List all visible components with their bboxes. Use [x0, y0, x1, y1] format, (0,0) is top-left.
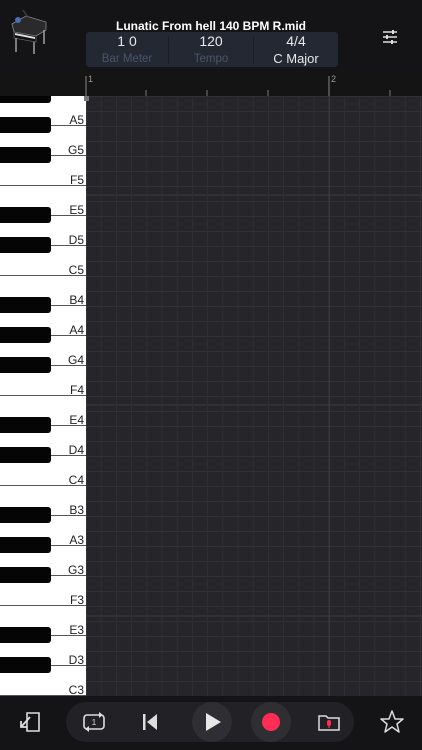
timeline-ruler[interactable]: 1 2 [0, 72, 422, 96]
black-key[interactable] [0, 327, 51, 343]
time-signature-cell[interactable]: 4/4 C Major [254, 32, 338, 67]
black-key[interactable] [0, 507, 51, 523]
export-file-icon [20, 712, 40, 732]
grid-lines [86, 96, 422, 696]
folder-icon [318, 715, 340, 731]
play-button[interactable] [192, 702, 232, 742]
piano-roll-grid[interactable] [86, 96, 422, 696]
rewind-button[interactable] [132, 704, 168, 740]
ruler-bar-2: 2 [331, 74, 337, 84]
white-key-separator [0, 395, 86, 396]
black-key[interactable] [0, 96, 51, 103]
instrument-icon[interactable] [6, 10, 52, 58]
record-button[interactable] [251, 702, 291, 742]
tempo-label: Tempo [193, 53, 229, 65]
black-key[interactable] [0, 147, 51, 163]
white-key-separator [0, 605, 86, 606]
white-key-separator [0, 275, 86, 276]
black-key[interactable] [0, 657, 51, 673]
song-title: Lunatic From hell 140 BPM R.mid [115, 19, 307, 33]
white-key-separator [0, 485, 86, 486]
song-info-panel[interactable]: 1 0 Bar Meter 120 Tempo 4/4 C Major [86, 32, 338, 67]
skip-back-icon [143, 714, 157, 730]
loop-icon: 1 [83, 712, 105, 732]
black-key[interactable] [0, 117, 51, 133]
black-key[interactable] [0, 567, 51, 583]
white-key-separator [0, 185, 86, 186]
play-icon [206, 713, 221, 731]
black-key[interactable] [0, 207, 51, 223]
record-icon [262, 713, 280, 731]
favorite-button[interactable] [374, 704, 410, 740]
bar-meter-value: 1 0 [117, 33, 137, 49]
key-signature-value: C Major [273, 51, 319, 66]
bar-meter-cell[interactable]: 1 0 Bar Meter [86, 32, 168, 67]
sliders-icon [383, 30, 397, 44]
black-key[interactable] [0, 417, 51, 433]
tempo-value: 120 [199, 33, 223, 49]
star-icon [380, 710, 404, 733]
black-key[interactable] [0, 447, 51, 463]
tempo-cell[interactable]: 120 Tempo [169, 32, 253, 67]
piano-keyboard[interactable]: A5 G5 F5 E5 D5 C5 B4 A4 G4 F4 E4 D4 C4 B3 A3 G3 F3 E3 D3 C3 [0, 96, 86, 696]
playhead-marker[interactable] [84, 96, 89, 101]
ruler-bar-1: 1 [88, 74, 94, 84]
black-key[interactable] [0, 537, 51, 553]
black-key[interactable] [0, 297, 51, 313]
bottom-toolbar: 1 [0, 696, 422, 750]
top-bar: Lunatic From hell 140 BPM R.mid 1 0 Bar … [0, 0, 422, 72]
bar-meter-label: Bar Meter [101, 53, 153, 65]
export-button[interactable] [12, 704, 48, 740]
loop-button[interactable]: 1 [76, 704, 112, 740]
ruler-ticks [85, 76, 391, 96]
time-signature-value: 4/4 [286, 33, 306, 49]
black-key[interactable] [0, 237, 51, 253]
settings-sliders-button[interactable] [375, 24, 405, 50]
files-button[interactable] [311, 704, 347, 740]
black-key[interactable] [0, 357, 51, 373]
black-key[interactable] [0, 627, 51, 643]
loop-count: 1 [92, 718, 97, 727]
